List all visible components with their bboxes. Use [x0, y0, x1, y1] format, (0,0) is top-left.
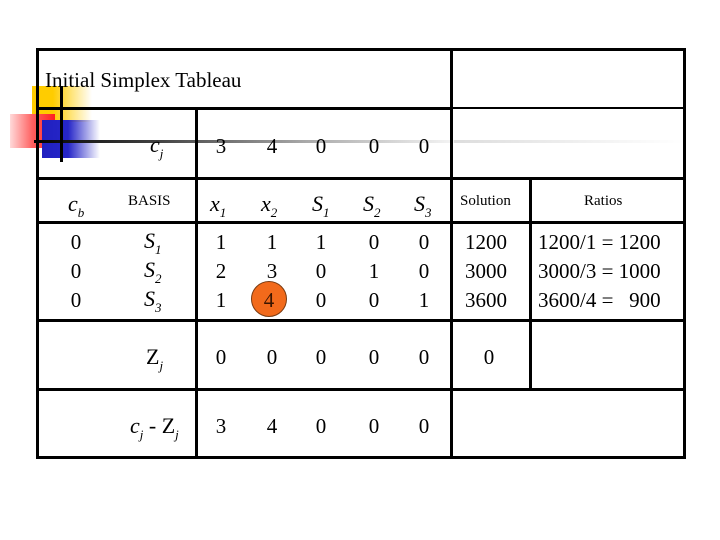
coef-s2: 0	[368, 288, 380, 312]
cb-value: 0	[70, 230, 82, 254]
coef-x2: 1	[266, 230, 278, 254]
row-divider-cj	[36, 177, 686, 180]
cj-value-x1: 3	[215, 134, 227, 158]
row-divider-title	[36, 107, 452, 110]
cj-minus-zj-label: cj - Zj	[130, 413, 179, 442]
zj-value-s1: 0	[315, 345, 327, 369]
coef-x1: 2	[215, 259, 227, 283]
ratio-value: 3600/4 = 900	[538, 288, 661, 312]
coef-s2: 1	[368, 259, 380, 283]
solution-value: 3600	[465, 288, 507, 312]
basis-variable: S2	[144, 257, 162, 286]
cj-minus-zj-value-x2: 4	[266, 414, 278, 438]
cj-row-label: cj	[150, 132, 164, 161]
cb-header: cb	[68, 191, 85, 220]
cb-value: 0	[70, 259, 82, 283]
col-divider-basis	[195, 107, 198, 459]
cj-value-s1: 0	[315, 134, 327, 158]
coef-x1: 1	[215, 230, 227, 254]
row-divider-body	[36, 319, 686, 322]
cj-minus-zj-value-x1: 3	[215, 414, 227, 438]
cj-minus-zj-value-s2: 0	[368, 414, 380, 438]
column-header-x2: x2	[261, 191, 278, 220]
coef-s3: 1	[418, 288, 430, 312]
coef-s3: 0	[418, 259, 430, 283]
row-divider-title-right	[452, 107, 684, 109]
cj-value-s3: 0	[418, 134, 430, 158]
zj-value-s2: 0	[368, 345, 380, 369]
decorative-horizontal-rule-fade	[454, 140, 684, 143]
row-divider-header	[36, 221, 686, 224]
coef-s1: 0	[315, 288, 327, 312]
table-border-right	[683, 48, 686, 459]
zj-solution-value: 0	[483, 345, 495, 369]
column-header-s1: S1	[312, 191, 330, 220]
basis-header: BASIS	[128, 193, 171, 209]
solution-value: 1200	[465, 230, 507, 254]
cj-minus-zj-value-s1: 0	[315, 414, 327, 438]
zj-value-x2: 0	[266, 345, 278, 369]
col-divider-ratios	[529, 177, 532, 391]
basis-variable: S3	[144, 286, 162, 315]
coef-s2: 0	[368, 230, 380, 254]
cj-value-x2: 4	[266, 134, 278, 158]
coef-x2: 3	[266, 259, 278, 283]
row-divider-zj	[36, 388, 686, 391]
column-header-x1: x1	[210, 191, 227, 220]
cj-minus-zj-value-s3: 0	[418, 414, 430, 438]
coef-s1: 1	[315, 230, 327, 254]
coef-s3: 0	[418, 230, 430, 254]
decorative-blue-block	[42, 120, 100, 158]
basis-variable: S1	[144, 228, 162, 257]
zj-value-x1: 0	[215, 345, 227, 369]
zj-label: Zj	[146, 344, 164, 373]
ratio-value: 3000/3 = 1000	[538, 259, 661, 283]
solution-value: 3000	[465, 259, 507, 283]
pivot-element: 4	[263, 288, 275, 312]
decorative-vertical-rule	[60, 86, 63, 162]
ratios-header: Ratios	[584, 193, 623, 209]
cb-value: 0	[70, 288, 82, 312]
zj-value-s3: 0	[418, 345, 430, 369]
column-header-s3: S3	[414, 191, 432, 220]
cj-value-s2: 0	[368, 134, 380, 158]
ratio-value: 1200/1 = 1200	[538, 230, 661, 254]
solution-header: Solution	[460, 193, 511, 209]
column-header-s2: S2	[363, 191, 381, 220]
tableau-title: Initial Simplex Tableau	[45, 68, 242, 92]
coef-x1: 1	[215, 288, 227, 312]
col-divider-solution	[450, 48, 453, 459]
table-border-bottom	[36, 456, 686, 459]
table-border-top	[36, 48, 686, 51]
coef-s1: 0	[315, 259, 327, 283]
